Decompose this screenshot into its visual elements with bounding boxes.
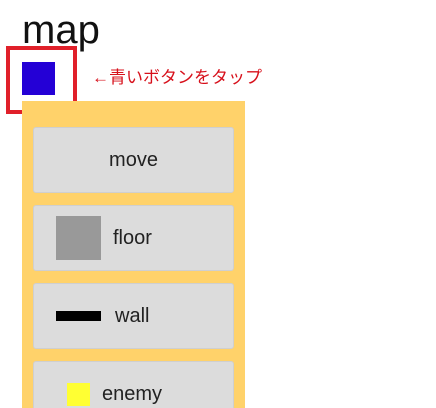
move-label: move	[109, 148, 158, 171]
enemy-swatch-icon	[67, 382, 90, 406]
floor-swatch-icon	[56, 216, 101, 260]
wall-label: wall	[115, 304, 150, 327]
tool-panel: move floor wall enemy	[22, 101, 245, 408]
floor-button[interactable]: floor	[33, 205, 234, 271]
floor-label: floor	[113, 226, 152, 249]
wall-swatch-icon	[56, 311, 101, 321]
enemy-label: enemy	[102, 382, 163, 405]
enemy-button[interactable]: enemy	[33, 361, 234, 408]
page-title: map	[22, 8, 100, 52]
blue-button[interactable]	[22, 62, 55, 95]
move-button[interactable]: move	[33, 127, 234, 193]
hint-text: ←青いボタンをタップ	[92, 68, 262, 87]
wall-button[interactable]: wall	[33, 283, 234, 349]
page: map ←青いボタンをタップ move floor wall enemy	[0, 0, 436, 408]
